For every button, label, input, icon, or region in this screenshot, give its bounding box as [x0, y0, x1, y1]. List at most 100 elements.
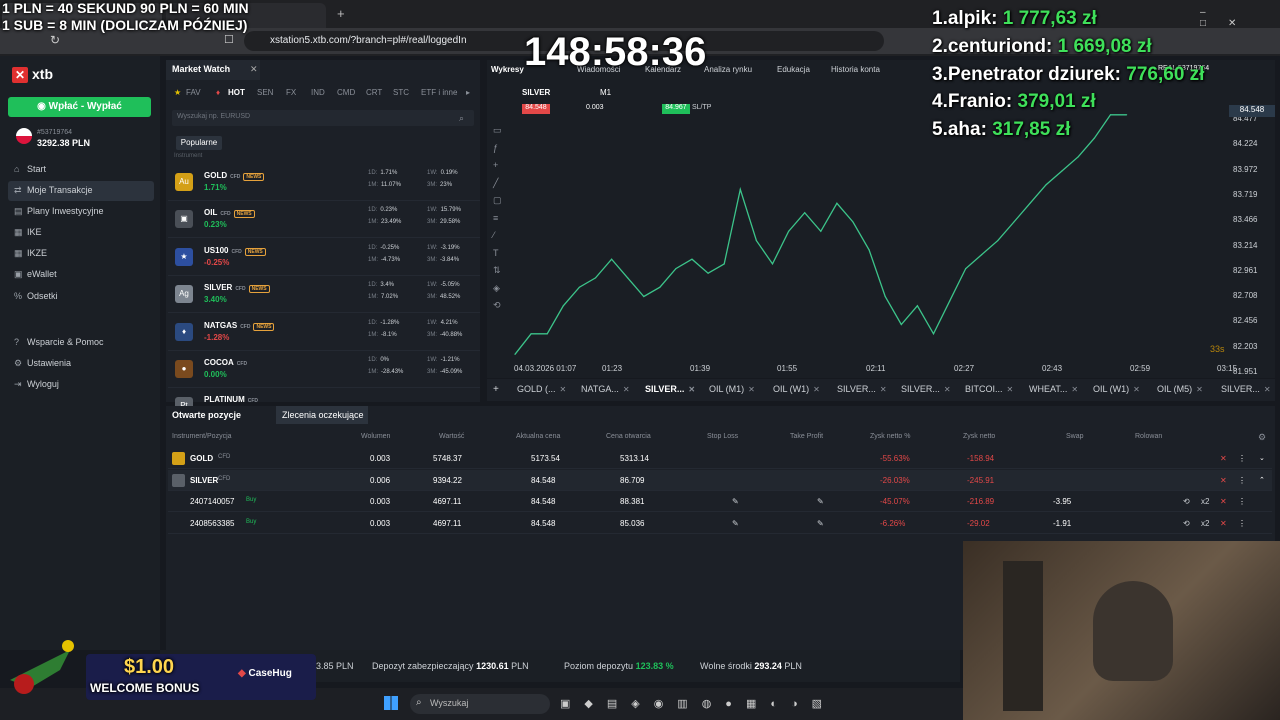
filter-tab-stc[interactable]: STC [393, 88, 409, 97]
taskbar-app-icons[interactable]: ▣◆▤◈◉▥◍●▦◐◑▧ [560, 697, 836, 710]
instrument-row[interactable]: ▣ OIL CFD NEWS 0.23% 1D: 0.23% 1M: 23.49% 1W: 15.7… [168, 201, 480, 239]
filter-tab-cmd[interactable]: CMD [337, 88, 355, 97]
sidebar-item-plany-inwestycyjne[interactable]: ▤ Plany Inwestycyjne [8, 202, 154, 222]
news-badge[interactable]: NEWS [244, 247, 266, 256]
position-row[interactable]: 2408563385 Buy 0.003 4697.11 84.548 85.036 -6.… [168, 513, 1272, 534]
position-row[interactable]: SILVER CFD 0.006 9394.22 84.548 86.709 -26.03%… [168, 469, 1272, 491]
chart-symbol-tab[interactable]: OIL (W1) ✕ [773, 384, 820, 397]
settings-icon[interactable]: ⚙ [1258, 432, 1266, 443]
tab-open-positions[interactable]: Otwarte pozycje [172, 410, 241, 420]
reverse-icon[interactable]: ⟲ [1183, 497, 1190, 506]
reverse-icon[interactable]: ⟲ [1183, 519, 1190, 528]
chart-symbol-tab[interactable]: SILVER... ✕ [1221, 384, 1271, 397]
sidebar-item-start[interactable]: ⌂ Start [8, 160, 154, 180]
menu-tab-6[interactable]: Historia konta [831, 65, 880, 74]
deposit-withdraw-button[interactable]: ◉ Wpłać - Wypłać [8, 97, 151, 117]
filter-tab-ind[interactable]: IND [311, 88, 325, 97]
bookmark-icon[interactable]: ☐ [224, 33, 234, 46]
instrument-row[interactable]: ★ US100 CFD NEWS -0.25% 1D: -0.25% 1M: -4.73% 1W:… [168, 239, 480, 276]
more-options-icon[interactable]: ⋮ [1238, 454, 1246, 463]
column-header[interactable]: Rolowan [1135, 433, 1162, 440]
close-tab-icon[interactable]: ✕ [560, 385, 567, 394]
close-position-icon[interactable]: ✕ [1220, 454, 1227, 463]
chart-symbol-tab[interactable]: SILVER... ✕ [645, 384, 695, 397]
column-header[interactable]: Zysk netto % [870, 433, 910, 440]
instrument-row[interactable]: Ag SILVER CFD NEWS 3.40% 1D: 3.4% 1M: 7.02% 1W: -5… [168, 276, 480, 314]
close-tab-icon[interactable]: ✕ [1007, 385, 1014, 394]
instrument-row[interactable]: ● COCOA CFD 0.00% 1D: 0% 1M: -28.43% 1W: -1.21% 3M… [168, 351, 480, 388]
close-tab-icon[interactable]: ✕ [1071, 385, 1078, 394]
chart-symbol-tab[interactable]: OIL (M1) ✕ [709, 384, 755, 397]
filter-tab-etf-i-inne[interactable]: ETF i inne [421, 88, 457, 97]
sidebar-item-odsetki[interactable]: % Odsetki [8, 287, 154, 307]
column-header[interactable]: Swap [1066, 433, 1084, 440]
edit-stoploss-icon[interactable]: ✎ [732, 519, 739, 528]
chart-symbol-tab[interactable]: OIL (M5) ✕ [1157, 384, 1203, 397]
chart-tool-icon[interactable]: ⁄ [493, 230, 495, 240]
popular-button[interactable]: Popularne [176, 136, 222, 150]
sidebar-item-wsparcie-pomoc[interactable]: ? Wsparcie & Pomoc [8, 333, 154, 353]
close-tab-icon[interactable]: ✕ [880, 385, 887, 394]
chart-symbol-tab[interactable]: SILVER... ✕ [837, 384, 887, 397]
price-chart[interactable] [510, 95, 1232, 365]
close-tab-icon[interactable]: ✕ [623, 385, 630, 394]
taskbar-search[interactable]: Wyszukaj [410, 694, 550, 714]
chart-tool-icon[interactable]: ▭ [493, 125, 502, 136]
menu-tab-1[interactable]: Wykresy [491, 65, 524, 74]
edit-takeprofit-icon[interactable]: ✎ [817, 497, 824, 506]
more-options-icon[interactable]: ⋮ [1238, 476, 1246, 485]
reload-icon[interactable]: ↻ [50, 33, 60, 47]
edit-takeprofit-icon[interactable]: ✎ [817, 519, 824, 528]
chart-symbol-tab[interactable]: NATGA... ✕ [581, 384, 630, 397]
sidebar-item-moje-transakcje[interactable]: ⇄ Moje Transakcje [8, 181, 154, 201]
sidebar-item-ike[interactable]: ▦ IKE [8, 223, 154, 243]
double-icon[interactable]: x2 [1201, 497, 1209, 506]
more-options-icon[interactable]: ⋮ [1238, 519, 1246, 528]
column-header[interactable]: Instrument/Pozycja [172, 433, 232, 440]
chart-tool-icon[interactable]: ◈ [493, 283, 500, 294]
close-tab-icon[interactable]: ✕ [1133, 385, 1140, 394]
chart-symbol-tab[interactable]: GOLD (... ✕ [517, 384, 566, 397]
chevron-up-icon[interactable]: ⌃ [1259, 476, 1265, 484]
close-tab-icon[interactable]: ✕ [748, 385, 755, 394]
column-header[interactable]: Aktualna cena [516, 433, 560, 440]
column-header[interactable]: Zysk netto [963, 433, 995, 440]
chart-tool-icon[interactable]: ▢ [493, 195, 502, 206]
menu-tab-4[interactable]: Analiza rynku [704, 65, 752, 74]
column-header[interactable]: Wolumen [361, 433, 390, 440]
edit-stoploss-icon[interactable]: ✎ [732, 497, 739, 506]
filter-tab-sen[interactable]: SEN [257, 88, 273, 97]
windows-start-icon[interactable] [384, 696, 398, 710]
column-header[interactable]: Stop Loss [707, 433, 738, 440]
chart-tool-icon[interactable]: + [493, 160, 498, 170]
close-tab-icon[interactable]: ✕ [1196, 385, 1203, 394]
filter-tab-crt[interactable]: CRT [366, 88, 382, 97]
close-position-icon[interactable]: ✕ [1220, 497, 1227, 506]
filter-tab-hot[interactable]: HOT [228, 88, 245, 97]
more-options-icon[interactable]: ⋮ [1238, 497, 1246, 506]
chart-symbol-tab[interactable]: BITCOI... ✕ [965, 384, 1013, 397]
news-badge[interactable]: NEWS [253, 322, 275, 331]
chart-tool-icon[interactable]: ≡ [493, 213, 498, 223]
sidebar-item-ikze[interactable]: ▦ IKZE [8, 244, 154, 264]
chart-tool-icon[interactable]: T [493, 248, 499, 258]
window-controls[interactable]: –□✕ [1200, 7, 1280, 29]
filter-tab-fx[interactable]: FX [286, 88, 296, 97]
add-chart-icon[interactable]: + [493, 384, 499, 395]
chart-symbol-tab[interactable]: OIL (W1) ✕ [1093, 384, 1140, 397]
close-tab-icon[interactable]: ✕ [944, 385, 951, 394]
menu-tab-5[interactable]: Edukacja [777, 65, 810, 74]
double-icon[interactable]: x2 [1201, 519, 1209, 528]
news-badge[interactable]: NEWS [243, 173, 265, 181]
close-tab-icon[interactable]: ✕ [1264, 385, 1271, 394]
close-tab-icon[interactable]: ✕ [688, 385, 695, 394]
new-tab-icon[interactable]: + [337, 6, 345, 21]
column-header[interactable]: Wartość [439, 433, 464, 440]
column-header[interactable]: Cena otwarcia [606, 433, 651, 440]
chart-symbol-tab[interactable]: WHEAT... ✕ [1029, 384, 1078, 397]
close-tab-icon[interactable]: ✕ [813, 385, 820, 394]
instrument-row[interactable]: Au GOLD CFD NEWS 1.71% 1D: 1.71% 1M: 11.07% 1W: 0.… [168, 164, 480, 201]
chevron-down-icon[interactable]: ⌄ [1259, 454, 1265, 462]
filter-tab-fav[interactable]: FAV [186, 88, 201, 97]
filter-more-icon[interactable]: ▸ [466, 88, 470, 97]
